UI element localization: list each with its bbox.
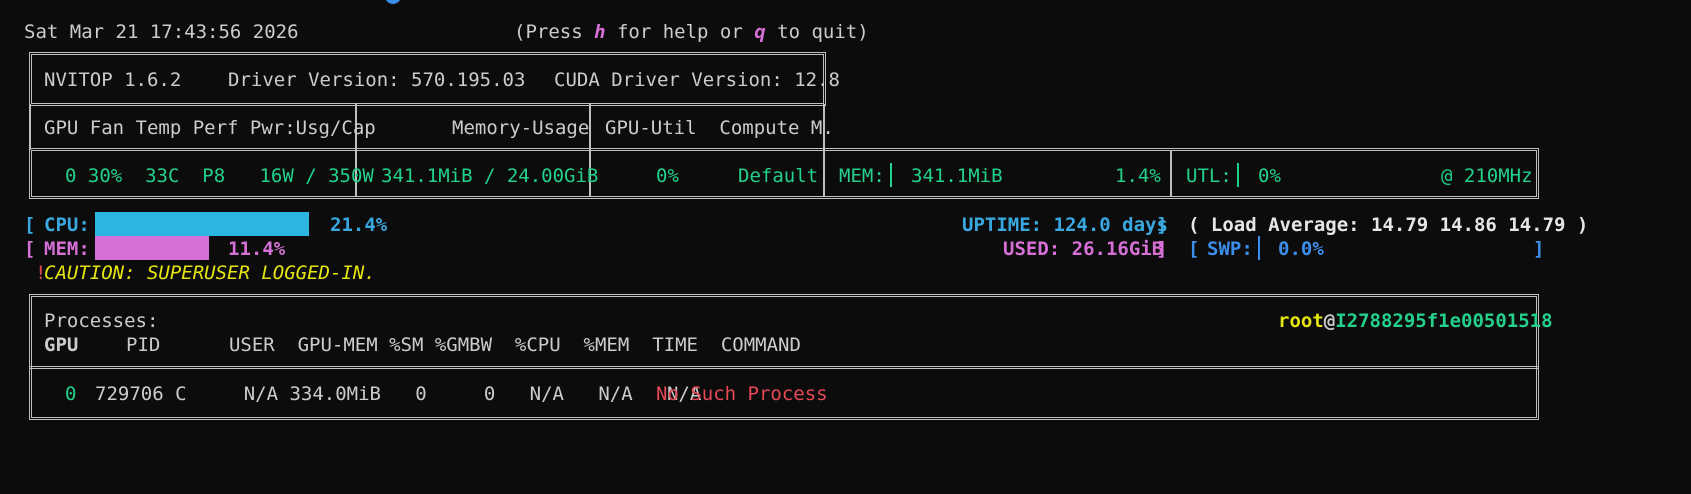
datetime: Sat Mar 21 17:43:56 2026 [24,21,299,43]
cpu-close-bracket: ] [1156,214,1168,236]
uptime: UPTIME: 124.0 days [962,214,1168,236]
notification-badge-icon[interactable] [385,0,401,4]
user-host: root@I2788295f1e00501518 [1278,308,1553,334]
processes-divider [29,366,1539,369]
cpu-label: CPU: [44,214,90,236]
proc-col-gpu: GPU [44,334,79,356]
swp-percent: 0.0% [1278,238,1324,260]
divider [589,104,591,150]
proc-fields: 729706 C N/A 334.0MiB 0 0 N/A N/A N/A [95,383,702,405]
compute-mode: Default [738,165,819,187]
quit-key: q [754,21,766,43]
gpu-memory-usage: 341.1MiB / 24.00GiB [381,165,599,187]
gpu-utl-bar [1237,163,1239,187]
proc-gpu: 0 [65,383,77,405]
mem-label: MEM: [44,238,90,260]
swp-label: SWP: [1207,238,1253,260]
user-host-at: @ [1323,310,1336,332]
cpu-bar-track [95,212,310,236]
col-header-gpu-util: GPU-Util Compute M. [605,117,834,139]
cpu-open-bracket: [ [24,214,36,236]
caution-text: CAUTION: SUPERUSER LOGGED-IN. [44,262,376,284]
gpu-util: 0% [656,165,679,187]
cuda-version: CUDA Driver Version: 12.8 [554,69,840,91]
proc-command: No Such Process [656,383,828,405]
gpu-clock: @ 210MHz [1441,165,1533,187]
help-suffix: to quit) [765,21,869,43]
help-prefix: (Press [514,21,595,43]
col-header-gpu-stats: GPU Fan Temp Perf Pwr:Usg/Cap [44,117,376,139]
driver-version: Driver Version: 570.195.03 [228,69,526,91]
swp-bar [1258,236,1260,260]
load-average: ( Load Average: 14.79 14.86 14.79 ) [1188,214,1589,236]
help-mid: for help or [605,21,755,43]
mem-close-bracket: ] [1156,238,1168,260]
cpu-percent: 21.4% [330,214,388,236]
used-memory: USED: 26.16GiB [1003,238,1164,260]
app-version: NVITOP 1.6.2 [44,69,182,91]
divider [29,104,31,150]
swp-close-bracket: ] [1533,238,1545,260]
col-header-memory-usage: Memory-Usage [452,117,590,139]
swp-open-bracket: [ [1188,238,1200,260]
divider [823,151,825,196]
gpu-utl-value: 0% [1258,165,1281,187]
cpu-bar-fill [95,212,309,236]
gpu-stats: 0 30% 33C P8 16W / 350W [65,165,374,187]
user-name: root [1278,310,1324,332]
divider [1170,151,1172,196]
help-key: h [594,21,606,43]
host-name: I2788295f1e00501518 [1335,310,1553,332]
gpu-mem-label: MEM: [839,165,885,187]
mem-percent: 11.4% [228,238,286,260]
mem-bar-fill [95,236,209,260]
gpu-mem-bar [890,163,892,187]
mem-open-bracket: [ [24,238,36,260]
gpu-mem-percent: 1.4% [1115,165,1161,187]
processes-title: Processes: [44,310,159,332]
gpu-utl-label: UTL: [1186,165,1232,187]
gpu-mem-value: 341.1MiB [911,165,1003,187]
proc-col-headers: PID USER GPU-MEM %SM %GMBW %CPU %MEM TIM… [126,334,801,356]
help-hint: (Press h for help or q to quit) [514,19,869,45]
